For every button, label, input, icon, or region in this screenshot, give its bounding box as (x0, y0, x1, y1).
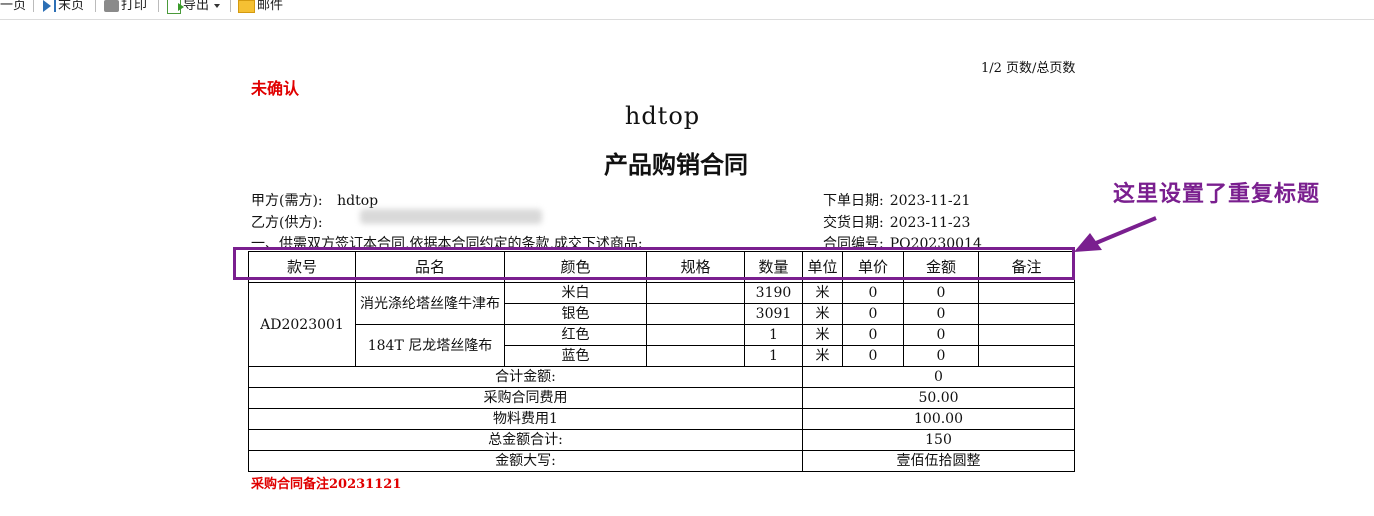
totals-label: 物料费用1 (248, 408, 803, 430)
totals-row: 总金额合计: 150 (248, 429, 1075, 451)
page-count: 1/2 页数/总页数 (981, 61, 1076, 76)
totals-row: 物料费用1 100.00 (248, 408, 1075, 430)
order-date: 下单日期: 2023-11-21 (823, 190, 970, 210)
toolbar-label: 末页 (58, 0, 85, 13)
party-a: 甲方(需方): hdtop (251, 190, 378, 210)
prev-page-button[interactable]: 一页 (0, 0, 26, 16)
last-page-button[interactable]: 末页 (43, 0, 84, 16)
toolbar-label: 打印 (121, 0, 148, 13)
table-row: AD2023001 消光涤纶塔丝隆牛津布 米白 3190 米 0 0 (248, 282, 1075, 367)
toolbar-divider (158, 0, 159, 12)
order-date-value: 2023-11-21 (889, 193, 971, 209)
repeat-header-highlight (233, 247, 1075, 280)
totals-value: 100.00 (802, 408, 1075, 430)
price-cell: 0 (842, 303, 904, 325)
last-page-icon (54, 0, 56, 12)
unit-cell: 米 (802, 324, 843, 346)
order-date-label: 下单日期: (823, 193, 884, 209)
unit-cell: 米 (802, 303, 843, 325)
toolbar-label: 导出 (183, 0, 210, 13)
totals-label: 金额大写: (248, 450, 803, 472)
spec-cell (646, 345, 745, 367)
spec-cell (646, 282, 745, 304)
chevron-down-icon (214, 4, 221, 8)
note-cell (978, 345, 1075, 367)
totals-row: 合计金额: 0 (248, 366, 1075, 388)
mail-button[interactable]: 邮件 (238, 0, 283, 16)
totals-value: 150 (802, 429, 1075, 451)
style-number-cell: AD2023001 (248, 282, 356, 367)
quantity-cell: 1 (744, 345, 803, 367)
totals-label: 总金额合计: (248, 429, 803, 451)
note-cell (978, 324, 1075, 346)
toolbar-divider (230, 0, 231, 12)
product-name-cell: 消光涤纶塔丝隆牛津布 (355, 282, 505, 325)
toolbar-label: 邮件 (257, 0, 284, 13)
totals-label: 合计金额: (248, 366, 803, 388)
status-badge: 未确认 (251, 79, 300, 98)
report-toolbar: 一页 末页 打印 导出 邮件 (0, 0, 1374, 20)
last-page-icon (43, 0, 51, 12)
totals-value: 50.00 (802, 387, 1075, 409)
spec-cell (646, 324, 745, 346)
print-icon (104, 0, 119, 12)
totals-row: 金额大写: 壹佰伍拾圆整 (248, 450, 1075, 472)
contract-remark: 采购合同备注20231121 (251, 477, 402, 492)
delivery-date: 交货日期: 2023-11-23 (823, 212, 970, 232)
product-table: 款号 品名 颜色 规格 数量 单位 单价 金额 备注 AD2023001 消光涤… (248, 251, 1075, 472)
mail-icon (238, 0, 255, 13)
note-cell (978, 282, 1075, 304)
color-cell: 蓝色 (504, 345, 647, 367)
product-name-cell: 184T 尼龙塔丝隆布 (355, 324, 505, 367)
export-button[interactable]: 导出 (167, 0, 221, 16)
spec-cell (646, 303, 745, 325)
export-icon (167, 0, 184, 14)
delivery-date-label: 交货日期: (823, 215, 884, 231)
party-b-label: 乙方(供方): (251, 215, 323, 231)
quantity-cell: 1 (744, 324, 803, 346)
party-a-value: hdtop (337, 193, 379, 209)
annotation-arrow-icon (1074, 216, 1157, 252)
print-button[interactable]: 打印 (104, 0, 147, 16)
amount-cell: 0 (903, 303, 979, 325)
toolbar-label: 一页 (0, 0, 27, 13)
amount-cell: 0 (903, 324, 979, 346)
price-cell: 0 (842, 324, 904, 346)
unit-cell: 米 (802, 282, 843, 304)
quantity-cell: 3190 (744, 282, 803, 304)
table-row: 184T 尼龙塔丝隆布 红色 1 米 0 0 (249, 324, 1075, 367)
totals-row: 采购合同费用 50.00 (248, 387, 1075, 409)
amount-cell: 0 (903, 282, 979, 304)
unit-cell: 米 (802, 345, 843, 367)
price-cell: 0 (842, 282, 904, 304)
redacted-supplier (360, 209, 542, 224)
page-title: 产品购销合同 (604, 150, 748, 179)
color-cell: 米白 (504, 282, 647, 304)
party-b: 乙方(供方): (251, 212, 323, 232)
totals-value: 壹佰伍拾圆整 (802, 450, 1075, 472)
price-cell: 0 (842, 345, 904, 367)
color-cell: 红色 (504, 324, 647, 346)
totals-label: 采购合同费用 (248, 387, 803, 409)
annotation-text: 这里设置了重复标题 (1113, 182, 1321, 207)
note-cell (978, 303, 1075, 325)
toolbar-divider (33, 0, 34, 12)
color-cell: 银色 (504, 303, 647, 325)
amount-cell: 0 (903, 345, 979, 367)
party-a-label: 甲方(需方): (251, 193, 323, 209)
quantity-cell: 3091 (744, 303, 803, 325)
totals-value: 0 (802, 366, 1075, 388)
delivery-date-value: 2023-11-23 (889, 215, 971, 231)
company-name: hdtop (624, 102, 701, 130)
toolbar-divider (95, 0, 96, 12)
